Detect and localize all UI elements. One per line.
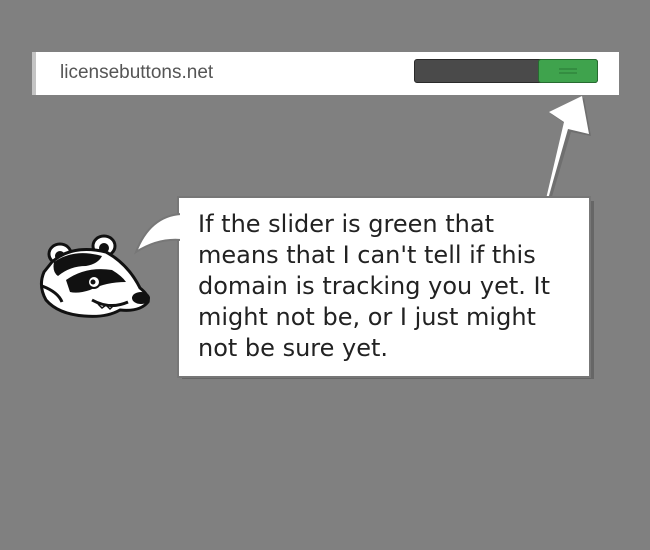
pointer-arrow-icon xyxy=(546,96,591,200)
badger-icon xyxy=(39,234,150,318)
callout-message: If the slider is green that means that I… xyxy=(198,210,550,362)
